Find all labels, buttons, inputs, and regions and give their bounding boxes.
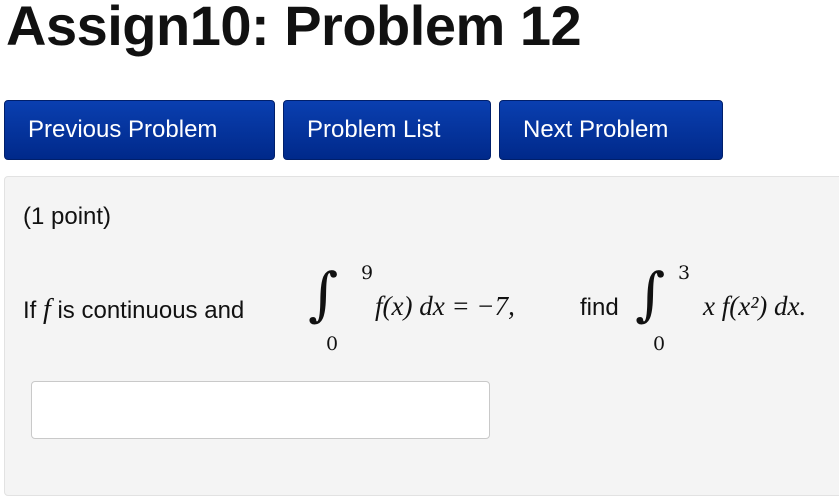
integral-2-lower-limit: 0	[653, 333, 666, 355]
problem-list-button[interactable]: Problem List	[283, 100, 491, 160]
point-value: (1 point)	[23, 203, 112, 230]
problem-statement: If f is continuous and ∫ 9 0 f(x) dx = −…	[23, 261, 839, 361]
previous-problem-button[interactable]: Previous Problem	[4, 100, 275, 160]
integral-1-lower-limit: 0	[326, 333, 339, 355]
integral-1-upper-limit: 9	[361, 262, 374, 284]
next-problem-button[interactable]: Next Problem	[499, 100, 723, 160]
page-title: Assign10: Problem 12	[6, 0, 582, 57]
function-f: f	[43, 294, 51, 325]
text-find: find	[580, 294, 619, 321]
integral-2-integrand: x f(x²) dx.	[703, 291, 807, 321]
text-continuous: is continuous and	[50, 297, 245, 324]
integral-sign-1: ∫	[308, 260, 339, 328]
integral-1-integrand: f(x) dx = −7,	[375, 291, 515, 321]
answer-input[interactable]	[31, 381, 490, 439]
problem-text: If f is continuous and	[23, 294, 244, 326]
integral-sign-2: ∫	[635, 260, 666, 328]
problem-navigation: Previous Problem Problem List Next Probl…	[4, 100, 723, 160]
problem-box: (1 point) If f is continuous and ∫ 9 0 f…	[4, 176, 839, 496]
integral-2-upper-limit: 3	[678, 262, 691, 284]
text-if: If	[23, 297, 44, 324]
